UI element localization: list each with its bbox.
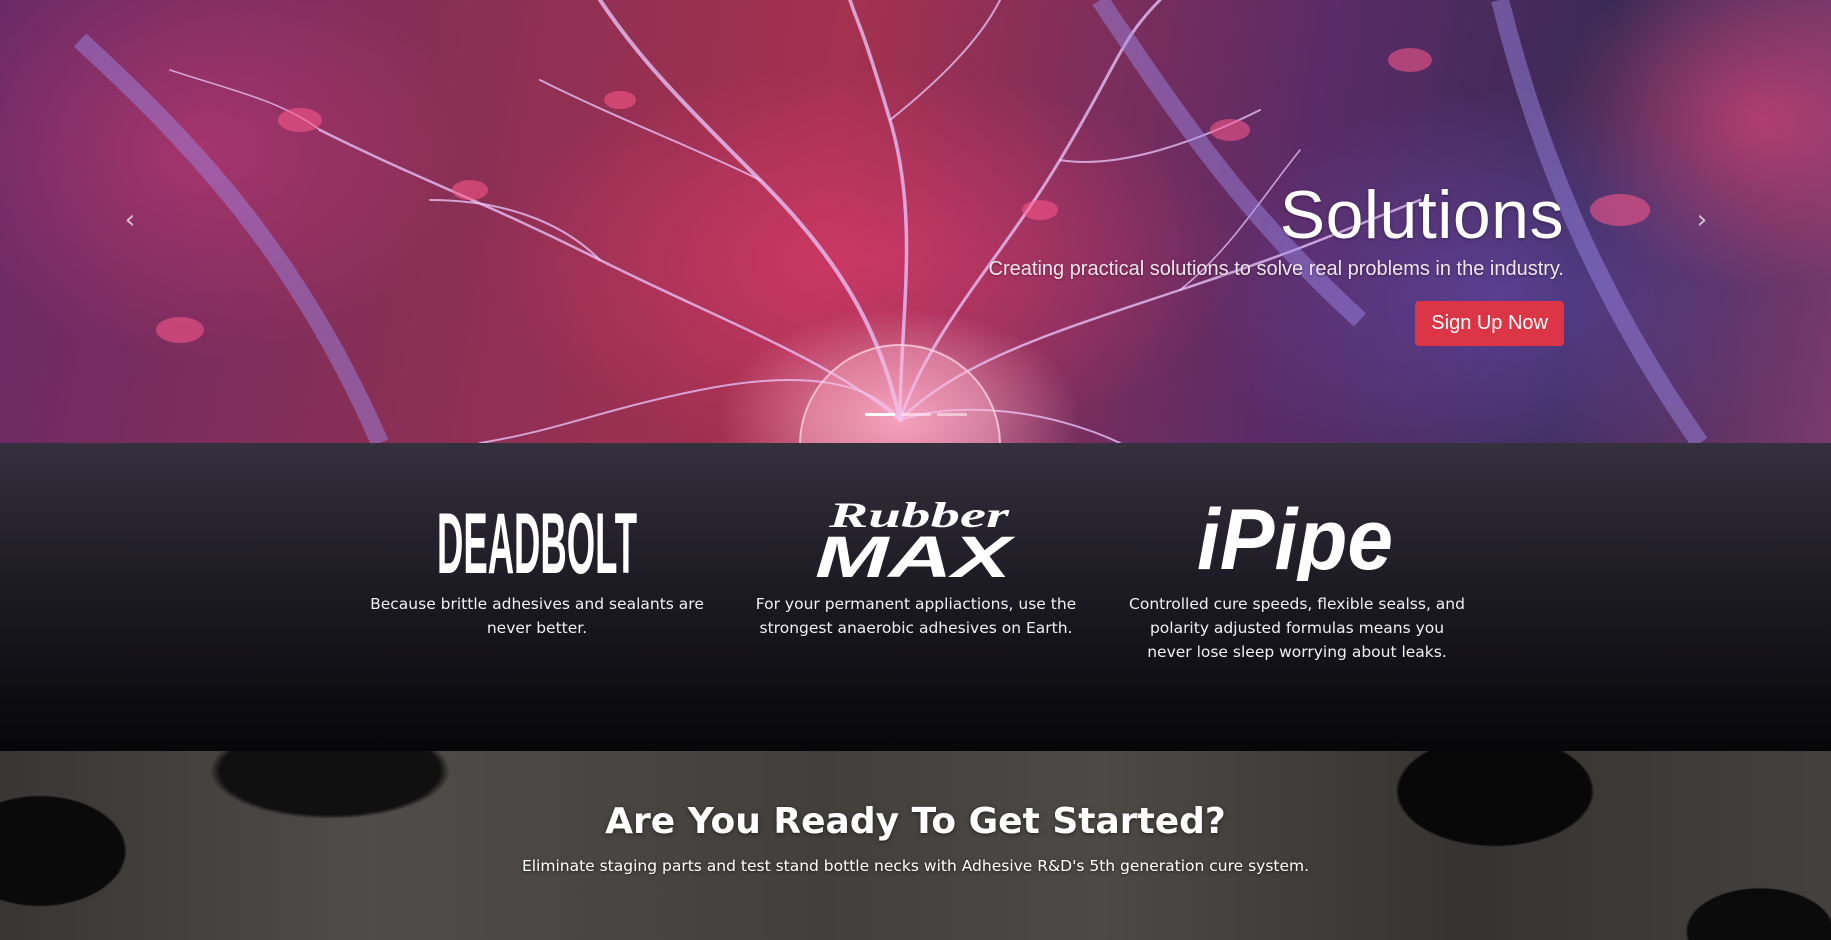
chevron-right-icon: › (1696, 205, 1708, 235)
svg-text:DEADBOLT: DEADBOLT (437, 496, 637, 581)
hero-carousel: ‹ › Solutions Creating practical solutio… (0, 0, 1831, 443)
carousel-indicator-2[interactable] (901, 413, 931, 416)
rubbermax-logo[interactable]: Rubber MAX (741, 491, 1091, 581)
hero-subtitle: Creating practical solutions to solve re… (988, 258, 1564, 280)
ipipe-logo[interactable]: iPipe (1122, 491, 1472, 581)
product-ipipe: iPipe Controlled cure speeds, flexible s… (1122, 491, 1472, 664)
deadbolt-logo[interactable]: DEADBOLT (362, 491, 712, 581)
carousel-indicator-3[interactable] (937, 413, 967, 416)
product-description: Because brittle adhesives and sealants a… (370, 595, 704, 637)
gears-background-image (0, 751, 1831, 940)
carousel-prev-button[interactable]: ‹ (110, 200, 150, 240)
hero-title: Solutions (1279, 177, 1564, 253)
sign-up-button[interactable]: Sign Up Now (1415, 301, 1564, 346)
products-section: DEADBOLT Because brittle adhesives and s… (0, 443, 1831, 751)
carousel-indicators (865, 413, 967, 416)
product-description: Controlled cure speeds, flexible sealss,… (1129, 595, 1465, 661)
cta-subtitle: Eliminate staging parts and test stand b… (521, 857, 1310, 875)
svg-text:iPipe: iPipe (1197, 492, 1393, 581)
carousel-indicator-1[interactable] (865, 413, 895, 416)
svg-text:MAX: MAX (815, 525, 1016, 581)
carousel-caption: Solutions Creating practical solutions t… (864, 175, 1564, 346)
carousel-next-button[interactable]: › (1682, 200, 1722, 240)
product-description: For your permanent appliactions, use the… (755, 595, 1077, 637)
cta-title: Are You Ready To Get Started? (605, 801, 1226, 842)
get-started-section: Are You Ready To Get Started? Eliminate … (0, 751, 1831, 940)
chevron-left-icon: ‹ (124, 205, 136, 235)
product-deadbolt: DEADBOLT Because brittle adhesives and s… (362, 491, 712, 640)
product-rubbermax: Rubber MAX For your permanent appliactio… (741, 491, 1091, 640)
